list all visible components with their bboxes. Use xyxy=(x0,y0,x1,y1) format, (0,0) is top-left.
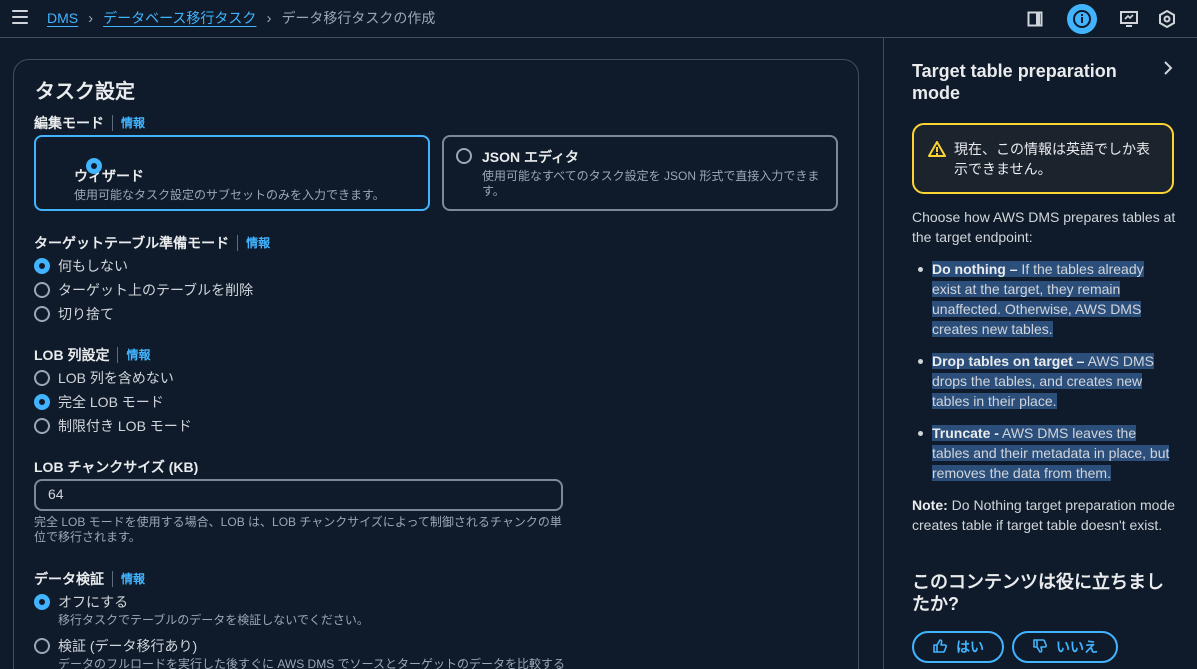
thumbs-down-icon xyxy=(1032,638,1048,657)
json-editor-option-tile[interactable]: JSON エディタ 使用可能なすべてのタスク設定を JSON 形式で直接入力でき… xyxy=(442,135,838,211)
info-icon[interactable] xyxy=(1067,4,1097,34)
validation-with-migration-description: データのフルロードを実行した後すぐに AWS DMS でソースとターゲットのデー… xyxy=(58,657,565,669)
panel-divider xyxy=(883,38,884,669)
prep-option-drop-tables[interactable]: ターゲット上のテーブルを削除 xyxy=(34,280,253,300)
validation-option-with-migration[interactable]: 検証 (データ移行あり) xyxy=(34,636,197,656)
wizard-title: ウィザード xyxy=(74,168,144,184)
radio-lob-full[interactable] xyxy=(34,394,50,410)
radio-validation-with-migration[interactable] xyxy=(34,638,50,654)
top-navigation: DMS › データベース移行タスク › データ移行タスクの作成 xyxy=(0,0,1197,38)
help-intro: Choose how AWS DMS prepares tables at th… xyxy=(912,209,1176,245)
wizard-option-tile[interactable]: ウィザード 使用可能なタスク設定のサブセットのみを入力できます。 xyxy=(34,135,430,211)
data-validation-label: データ検証 情報 xyxy=(34,571,146,587)
radio-lob-limited[interactable] xyxy=(34,418,50,434)
warning-icon xyxy=(928,141,946,162)
radio-lob-none[interactable] xyxy=(34,370,50,386)
lob-settings-label: LOB 列設定 情報 xyxy=(34,347,151,363)
prep-option-truncate[interactable]: 切り捨て xyxy=(34,304,114,324)
chevron-right-icon[interactable] xyxy=(1161,58,1175,78)
section-title: タスク設定 xyxy=(35,81,135,103)
lob-option-none[interactable]: LOB 列を含めない xyxy=(34,368,174,388)
breadcrumb-tasks-link[interactable]: データベース移行タスク xyxy=(103,8,256,28)
wizard-radio[interactable] xyxy=(86,158,102,174)
list-item: Truncate - AWS DMS leaves the tables and… xyxy=(918,423,1172,483)
breadcrumb-dms-link[interactable]: DMS xyxy=(47,10,78,26)
prep-option-do-nothing[interactable]: 何もしない xyxy=(34,256,128,276)
target-prep-mode-label: ターゲットテーブル準備モード 情報 xyxy=(34,235,271,251)
help-list: Do nothing – If the tables already exist… xyxy=(918,259,1172,495)
settings-icon[interactable] xyxy=(1152,4,1182,34)
help-note: Note: Do Nothing target preparation mode… xyxy=(912,497,1176,533)
feedback-no-button[interactable]: いいえ xyxy=(1012,631,1118,663)
validation-off-description: 移行タスクでテーブルのデータを検証しないでください。 xyxy=(58,613,369,627)
wizard-description: 使用可能なタスク設定のサブセットのみを入力できます。 xyxy=(74,188,385,202)
alert-text: 現在、この情報は英語でしか表示できません。 xyxy=(954,141,1150,177)
lob-chunk-size-label: LOB チャンクサイズ (KB) xyxy=(34,459,199,475)
panel-toggle-icon[interactable] xyxy=(1020,4,1050,34)
target-prep-info-link[interactable]: 情報 xyxy=(237,235,270,251)
lob-info-link[interactable]: 情報 xyxy=(117,347,150,363)
tutorial-icon[interactable] xyxy=(1114,4,1144,34)
chevron-right-icon: › xyxy=(88,9,94,27)
breadcrumb: DMS › データベース移行タスク › データ移行タスクの作成 xyxy=(47,8,435,28)
validation-option-off[interactable]: オフにする xyxy=(34,592,128,612)
feedback-title: このコンテンツは役に立ちましたか? xyxy=(912,572,1164,614)
list-item: Do nothing – If the tables already exist… xyxy=(918,259,1172,339)
lob-chunk-size-input[interactable]: 64 xyxy=(34,479,563,511)
chevron-right-icon: › xyxy=(266,9,272,27)
radio-truncate[interactable] xyxy=(34,306,50,322)
help-panel-title: Target table preparation mode xyxy=(912,61,1117,103)
lob-chunk-size-hint: 完全 LOB モードを使用する場合、LOB は、LOB チャンクサイズによって制… xyxy=(34,515,562,544)
thumbs-up-icon xyxy=(932,638,948,657)
json-editor-title: JSON エディタ xyxy=(482,149,580,165)
edit-mode-label: 編集モード 情報 xyxy=(34,115,146,131)
radio-validation-off[interactable] xyxy=(34,594,50,610)
radio-do-nothing[interactable] xyxy=(34,258,50,274)
lob-option-full[interactable]: 完全 LOB モード xyxy=(34,392,164,412)
edit-mode-info-link[interactable]: 情報 xyxy=(112,115,145,131)
menu-icon[interactable] xyxy=(12,10,28,24)
breadcrumb-current: データ移行タスクの作成 xyxy=(281,10,436,26)
feedback-yes-button[interactable]: はい xyxy=(912,631,1004,663)
radio-drop-tables[interactable] xyxy=(34,282,50,298)
language-alert: 現在、この情報は英語でしか表示できません。 xyxy=(912,123,1174,194)
lob-option-limited[interactable]: 制限付き LOB モード xyxy=(34,416,192,436)
json-editor-radio[interactable] xyxy=(456,148,472,164)
json-editor-description: 使用可能なすべてのタスク設定を JSON 形式で直接入力できます。 xyxy=(482,169,820,198)
data-validation-info-link[interactable]: 情報 xyxy=(112,571,145,587)
list-item: Drop tables on target – AWS DMS drops th… xyxy=(918,351,1172,411)
